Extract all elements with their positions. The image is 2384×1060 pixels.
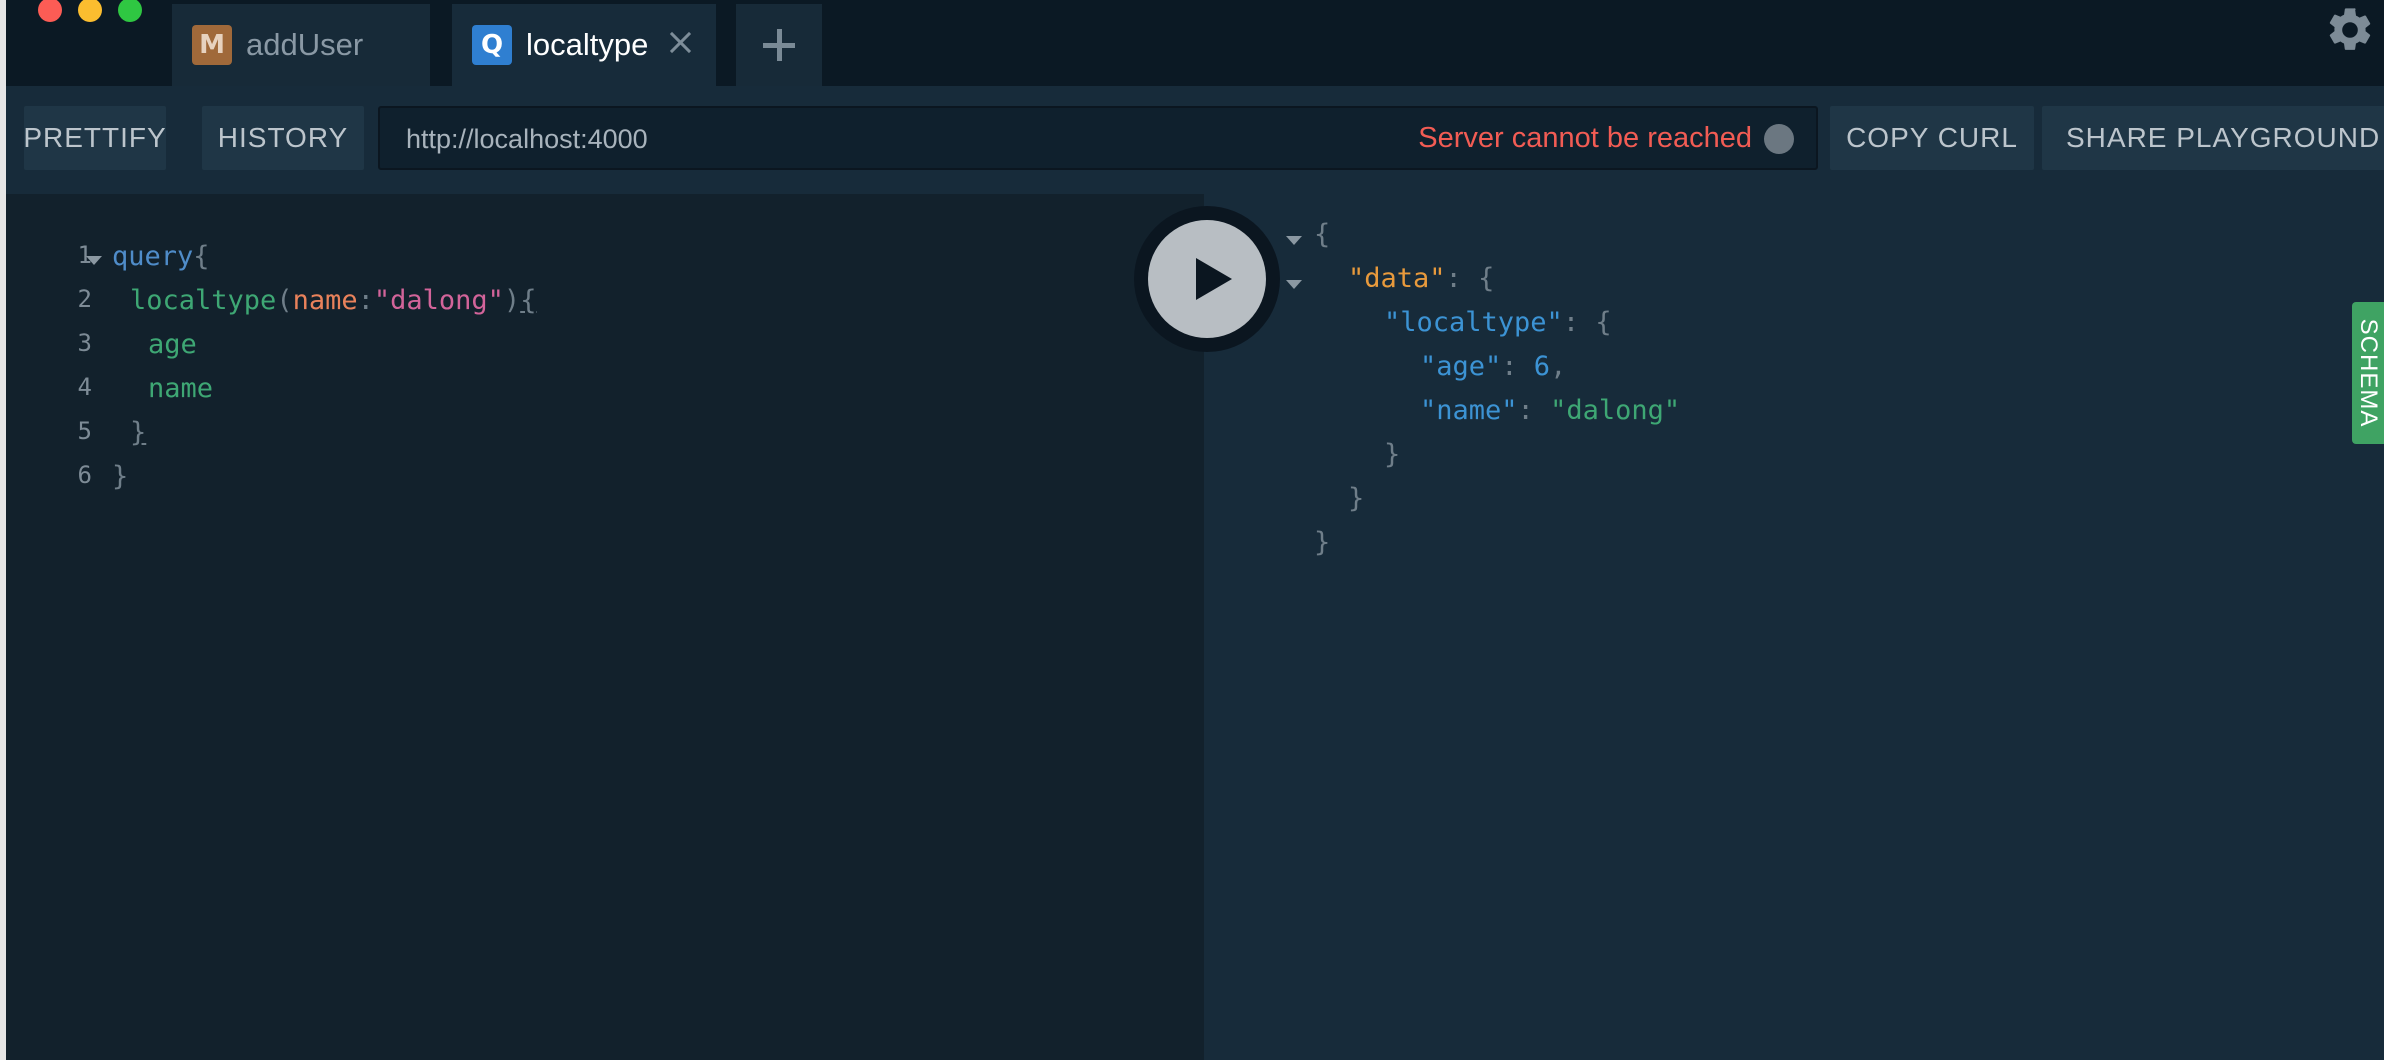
tab-label: localtype: [526, 27, 649, 62]
tab-bar: M addUser Q localtype: [6, 0, 2384, 86]
json-line: }: [1348, 483, 1365, 514]
fold-toggle-icon[interactable]: [86, 256, 102, 265]
schema-tab-label: SCHEMA: [2355, 318, 2382, 428]
line-number: 1: [77, 241, 92, 269]
schema-tab[interactable]: SCHEMA: [2352, 302, 2384, 444]
server-status-text: Server cannot be reached: [1418, 122, 1752, 154]
endpoint-bar: Server cannot be reached: [378, 106, 1818, 170]
plus-icon[interactable]: [736, 4, 822, 86]
line-number: 2: [77, 285, 92, 313]
line-number: 6: [77, 461, 92, 489]
gear-icon[interactable]: [2324, 4, 2376, 56]
code-line-5: }: [130, 417, 147, 448]
mutation-badge: M: [192, 25, 232, 65]
play-icon[interactable]: [1196, 258, 1232, 300]
result-viewer: { "data": { "localtype": { "age": 6, "na…: [1204, 194, 2384, 1060]
code-line-6: }: [112, 461, 129, 492]
line-number: 5: [77, 417, 92, 445]
fold-toggle-icon[interactable]: [1286, 280, 1302, 289]
share-playground-button[interactable]: SHARE PLAYGROUND: [2042, 106, 2384, 170]
window-minimize-button[interactable]: [78, 0, 102, 22]
code-line-4: name: [148, 373, 214, 404]
close-icon[interactable]: [664, 26, 696, 58]
json-line: "data": {: [1348, 263, 1495, 294]
json-line: "age": 6,: [1420, 351, 1567, 382]
copy-curl-button[interactable]: COPY CURL: [1830, 106, 2034, 170]
tab-adduser[interactable]: M addUser: [172, 4, 430, 86]
window-zoom-button[interactable]: [118, 0, 142, 22]
line-number: 3: [77, 329, 92, 357]
toolbar: PRETTIFY HISTORY Server cannot be reache…: [6, 86, 2384, 194]
endpoint-url-input[interactable]: [406, 122, 1306, 156]
query-badge: Q: [472, 25, 512, 65]
code-line-3: age: [148, 329, 197, 360]
code-line-2: localtype(name:"dalong"){: [130, 285, 537, 316]
prettify-button[interactable]: PRETTIFY: [23, 106, 166, 170]
tab-label: addUser: [246, 27, 364, 62]
status-indicator: [1764, 124, 1794, 154]
window-close-button[interactable]: [38, 0, 62, 22]
json-line: }: [1384, 439, 1401, 470]
line-number: 4: [77, 373, 92, 401]
code-line-1: query{: [112, 241, 210, 272]
json-line: {: [1314, 219, 1331, 250]
json-line: "localtype": {: [1384, 307, 1612, 338]
json-line: "name": "dalong": [1420, 395, 1681, 426]
tab-localtype[interactable]: Q localtype: [452, 4, 716, 86]
history-button[interactable]: HISTORY: [202, 106, 364, 170]
json-line: }: [1314, 527, 1331, 558]
query-editor[interactable]: 1 2 3 4 5 6 query{ localtype(name:"dalon…: [6, 194, 1204, 1060]
fold-toggle-icon[interactable]: [1286, 236, 1302, 245]
